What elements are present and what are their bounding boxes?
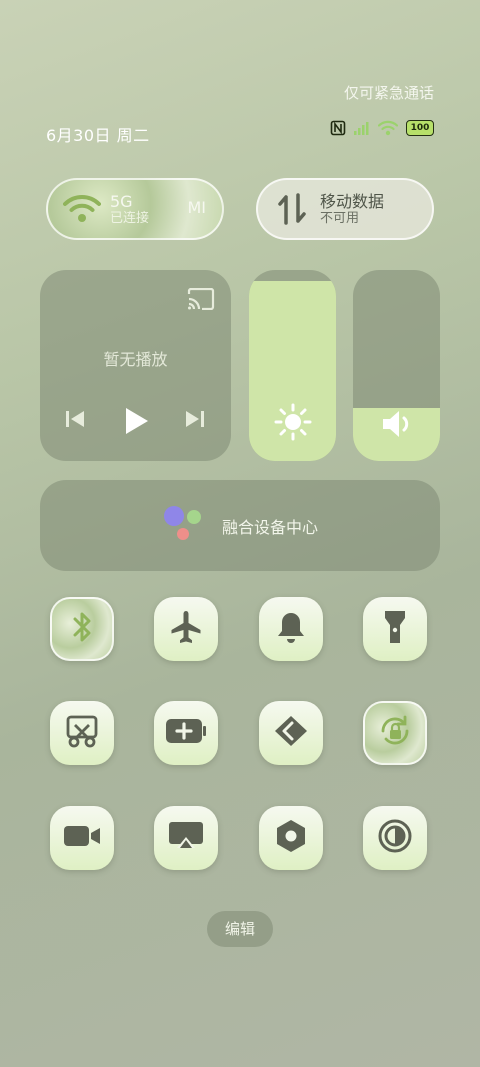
device-center-button[interactable]: 融合设备中心 (40, 480, 440, 571)
dark-mode-toggle[interactable] (363, 806, 427, 870)
mobile-data-status: 不可用 (320, 210, 360, 226)
wifi-icon (62, 189, 102, 229)
wifi-icon (378, 120, 398, 136)
screenshot-toggle[interactable] (50, 701, 114, 765)
device-center-logo-icon (162, 504, 208, 548)
signal-icon (354, 121, 370, 135)
wifi-network-brand: MI (187, 198, 206, 217)
mi-share-icon (273, 714, 309, 752)
cast-toggle[interactable] (154, 806, 218, 870)
emergency-calls-text: 仅可紧急通话 (343, 84, 434, 102)
bell-icon (275, 610, 307, 648)
battery-icon: 100 (406, 120, 434, 136)
mobile-data-toggle[interactable]: 移动数据 不可用 (256, 178, 434, 240)
battery-saver-toggle[interactable] (154, 701, 218, 765)
cast-icon (167, 820, 205, 856)
screenshot-icon (65, 714, 99, 752)
flashlight-icon (382, 609, 408, 649)
flashlight-toggle[interactable] (363, 597, 427, 661)
screen-recorder-icon (63, 823, 101, 853)
bluetooth-toggle[interactable] (50, 597, 114, 661)
media-player: 暂无播放 (40, 270, 231, 461)
wifi-status: 已连接 (110, 210, 150, 226)
edit-button[interactable]: 编辑 (207, 911, 273, 947)
wifi-network-name: 5G (110, 191, 133, 211)
brightness-icon (249, 403, 336, 441)
bluetooth-icon (67, 610, 97, 648)
battery-saver-icon (165, 717, 207, 749)
screen-recorder-toggle[interactable] (50, 806, 114, 870)
next-track-icon[interactable] (184, 408, 206, 434)
date-label: 6月30日 周二 (46, 126, 150, 145)
brightness-slider[interactable] (249, 270, 336, 461)
bell-toggle[interactable] (259, 597, 323, 661)
settings-toggle[interactable] (259, 806, 323, 870)
cast-icon[interactable] (187, 287, 215, 314)
status-icons: 100 (330, 120, 434, 136)
volume-slider[interactable] (353, 270, 440, 461)
rotation-lock-icon (378, 714, 412, 752)
mi-share-toggle[interactable] (259, 701, 323, 765)
settings-icon (273, 818, 309, 858)
wifi-toggle[interactable]: 5G 已连接 MI (46, 178, 224, 240)
nfc-icon (330, 120, 346, 136)
speaker-icon (353, 407, 440, 441)
device-center-label: 融合设备中心 (221, 517, 318, 537)
rotation-lock-toggle[interactable] (363, 701, 427, 765)
airplane-mode-toggle[interactable] (154, 597, 218, 661)
mobile-data-icon (272, 189, 312, 229)
media-status: 暂无播放 (103, 350, 168, 369)
mobile-data-title: 移动数据 (320, 191, 385, 211)
previous-track-icon[interactable] (64, 408, 86, 434)
airplane-mode-icon (168, 609, 204, 649)
play-icon[interactable] (122, 406, 150, 440)
dark-mode-icon (377, 818, 413, 858)
